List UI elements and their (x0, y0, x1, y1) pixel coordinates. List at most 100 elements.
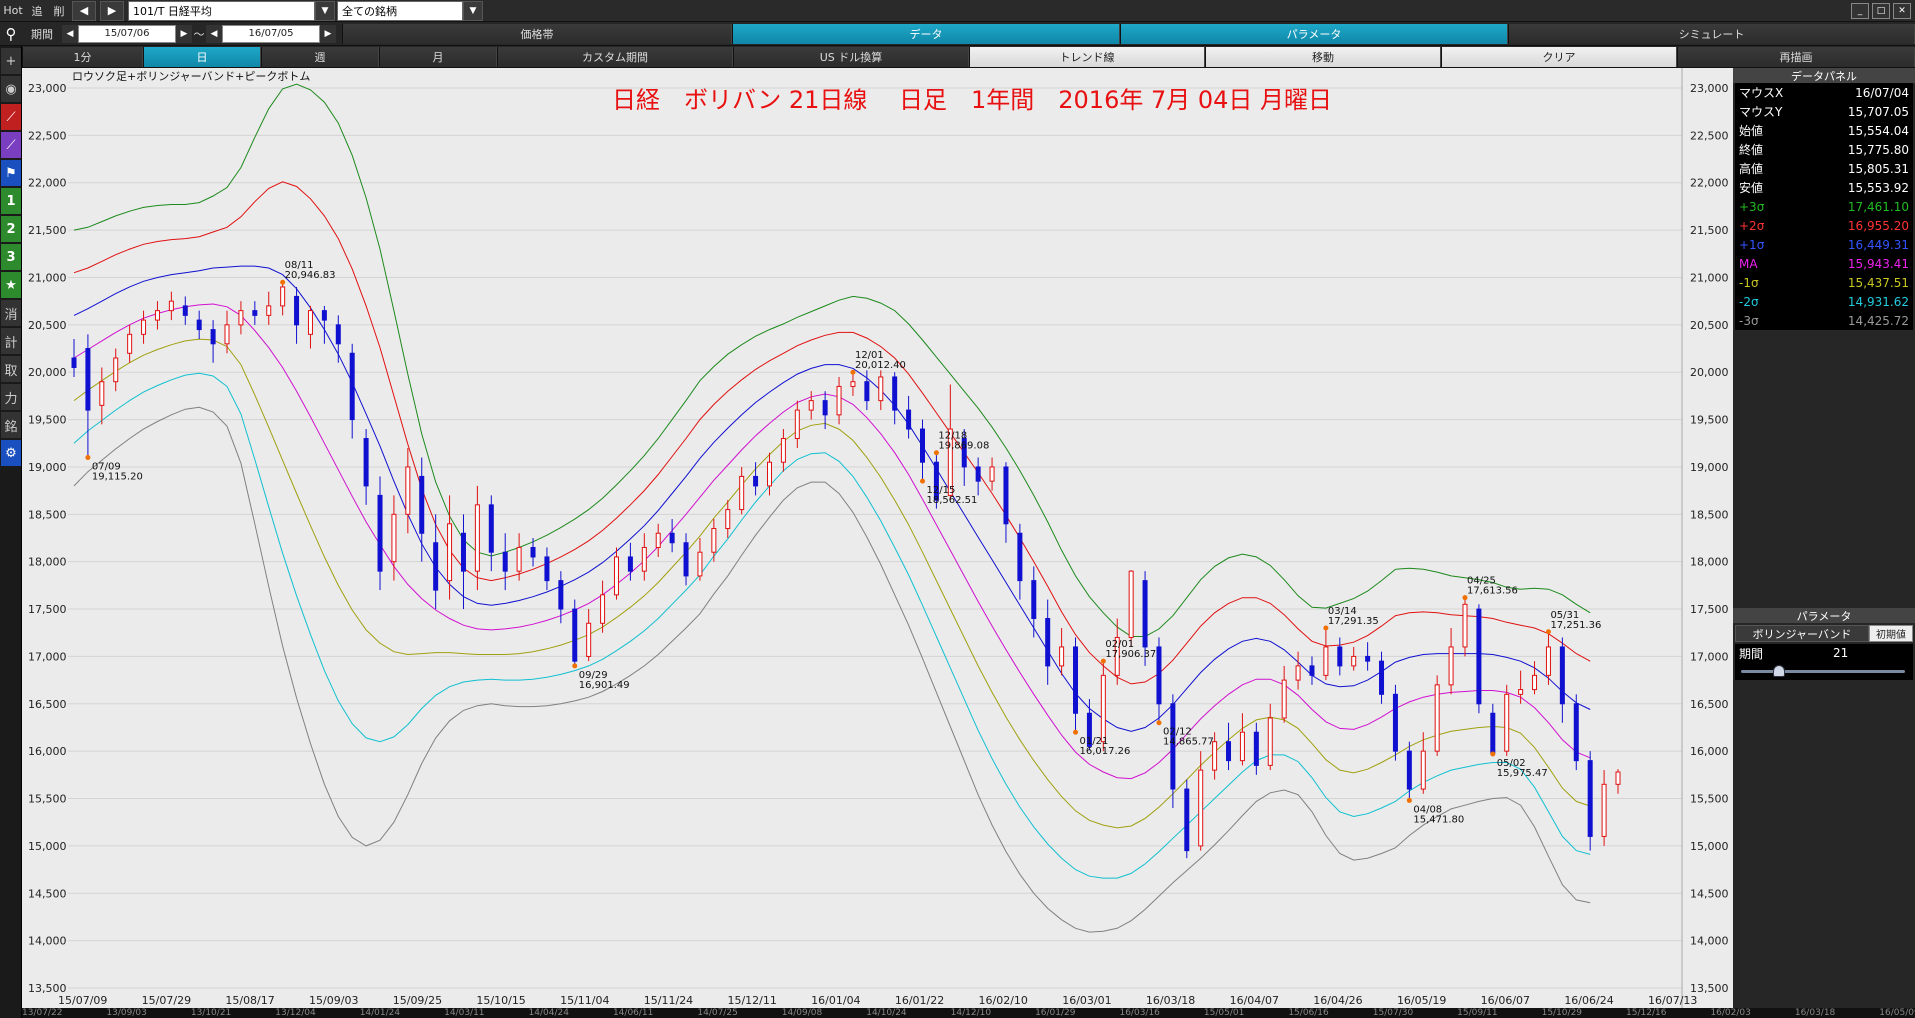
data-panel-value: 16,955.20 (1847, 218, 1909, 233)
candle-body (1281, 679, 1287, 719)
candle-body (989, 466, 995, 482)
calc-button[interactable]: 計 (1, 328, 21, 354)
trendline-button[interactable]: トレンド線 (969, 46, 1205, 67)
peak-value: 17,906.37 (1105, 649, 1156, 660)
tf-month[interactable]: 月 (379, 46, 497, 67)
candle-body (474, 504, 480, 572)
x-tick-label: 15/07/29 (142, 994, 191, 1007)
indicator-icon[interactable]: ⟋ (1, 132, 21, 158)
candle-body (127, 333, 133, 354)
y-tick-label-left: 17,500 (28, 603, 67, 616)
period-to-input[interactable]: 16/07/05 (222, 24, 320, 43)
data-panel-row: マウスY 15,707.05 (1735, 102, 1913, 121)
candle-body (1267, 717, 1273, 766)
init-value-button[interactable]: 初期値 (1869, 625, 1913, 642)
tf-1min[interactable]: 1分 (22, 46, 143, 67)
candle-body (1253, 731, 1259, 766)
prev-arrow-button[interactable]: ◀ (72, 0, 96, 21)
menu-parameter[interactable]: パラメータ (1120, 23, 1508, 44)
symbol-select[interactable]: 101/T 日経平均 (128, 0, 315, 21)
symbol-dropdown-icon[interactable]: ▼ (315, 0, 335, 21)
peak-value: 20,946.83 (285, 270, 336, 281)
x-tick-label: 15/09/25 (393, 994, 442, 1007)
candle-body (544, 556, 550, 582)
erase-button[interactable]: 消 (1, 300, 21, 326)
x-axis: 15/07/09 15/07/29 15/08/17 15/09/03 15/09/25… (58, 994, 1697, 1007)
bollinger-tab[interactable]: ボリンジャーバンド (1735, 625, 1869, 642)
star-icon[interactable]: ★ (1, 272, 21, 298)
period-to-next-icon[interactable]: ▶ (320, 24, 336, 43)
candle-body (641, 546, 647, 572)
y-tick-label-left: 18,500 (28, 508, 67, 521)
period-slider[interactable] (1735, 662, 1913, 680)
data-panel-row: 始値 15,554.04 (1735, 121, 1913, 140)
chart-area[interactable]: ロウソク足+ボリンジャーバンド+ピークボトム 日経 ボリバン 21日線 日足 1… (22, 68, 1734, 1008)
tf-custom[interactable]: カスタム期間 (497, 46, 733, 67)
trade-button[interactable]: 取 (1, 356, 21, 382)
camera-icon[interactable]: ◉ (1, 76, 21, 102)
period-to-prev-icon[interactable]: ◀ (206, 24, 222, 43)
menu-price-band[interactable]: 価格帯 (342, 23, 732, 44)
y-tick-label-right: 22,000 (1690, 177, 1729, 190)
candle-body (850, 381, 856, 387)
clear-button[interactable]: クリア (1441, 46, 1677, 67)
preset-1-button[interactable]: 1 (1, 188, 21, 214)
usd-convert-button[interactable]: US ドル換算 (733, 46, 969, 67)
bottom-date: 16/01/29 (1035, 1008, 1076, 1018)
stock-button[interactable]: 銘 (1, 412, 21, 438)
power-button[interactable]: 力 (1, 384, 21, 410)
menu-data[interactable]: データ (732, 23, 1120, 44)
candle-body (1615, 771, 1621, 785)
period-from-input[interactable]: 15/07/06 (78, 24, 176, 43)
search-icon[interactable]: ⚲ (0, 23, 22, 45)
bottom-marker (1490, 751, 1496, 757)
line-chart-icon[interactable]: ⟋ (1, 104, 21, 130)
bottom-marker (920, 478, 926, 484)
bottom-date: 15/10/29 (1541, 1008, 1583, 1018)
crosshair-icon[interactable]: + (1, 48, 21, 74)
y-tick-label-right: 18,000 (1690, 556, 1729, 569)
candles (71, 282, 1621, 859)
minimize-icon[interactable]: _ (1851, 2, 1869, 19)
period-from-next-icon[interactable]: ▶ (176, 24, 192, 43)
move-button[interactable]: 移動 (1205, 46, 1441, 67)
candle-body (572, 608, 578, 662)
tf-week[interactable]: 週 (261, 46, 379, 67)
preset-3-button[interactable]: 3 (1, 244, 21, 270)
period-from-prev-icon[interactable]: ◀ (62, 24, 78, 43)
candle-body (1003, 466, 1009, 525)
candle-body (600, 594, 606, 624)
candle-body (1239, 731, 1245, 762)
close-icon[interactable]: ✕ (1893, 2, 1911, 19)
x-tick-label: 16/04/07 (1230, 994, 1279, 1007)
candle-body (1309, 665, 1315, 676)
slider-knob[interactable] (1773, 665, 1785, 677)
period-bar: ⚲ 期間 ◀ 15/07/06 ▶ ～ ◀ 16/07/05 ▶ 価格帯 データ… (0, 22, 1915, 46)
bottom-date-strip: 13/07/22 13/09/03 13/10/21 13/12/04 14/01/24… (22, 1008, 1915, 1018)
candle-body (113, 357, 119, 383)
candle-body (1532, 674, 1538, 691)
data-panel-key: 安値 (1739, 181, 1764, 195)
candle-body (1406, 750, 1412, 790)
right-panel: データパネル マウスX 16/07/04 マウスY 15,707.05 始値 15,554… (1733, 68, 1915, 1018)
add-button[interactable]: 追 (26, 1, 48, 21)
x-tick-label: 15/09/03 (309, 994, 358, 1007)
data-panel-key: 高値 (1739, 162, 1764, 176)
universe-dropdown-icon[interactable]: ▼ (463, 0, 483, 21)
tf-day[interactable]: 日 (143, 46, 261, 67)
band-m1 (73, 338, 1591, 829)
redraw-button[interactable]: 再描画 (1677, 46, 1915, 67)
gear-icon[interactable]: ⚙ (1, 440, 21, 466)
maximize-icon[interactable]: □ (1872, 2, 1890, 19)
universe-select[interactable]: 全ての銘柄 (337, 0, 463, 21)
menu-simulate[interactable]: シミュレート (1508, 23, 1915, 44)
y-tick-label-left: 18,000 (28, 556, 67, 569)
preset-2-button[interactable]: 2 (1, 216, 21, 242)
hot-button[interactable]: Hot (0, 1, 26, 21)
x-tick-label: 16/06/07 (1481, 994, 1530, 1007)
flag-icon[interactable]: ⚑ (1, 160, 21, 186)
delete-button[interactable]: 削 (48, 1, 70, 21)
candle-body (182, 305, 188, 316)
next-arrow-button[interactable]: ▶ (100, 0, 124, 21)
candle-body (1490, 712, 1496, 754)
